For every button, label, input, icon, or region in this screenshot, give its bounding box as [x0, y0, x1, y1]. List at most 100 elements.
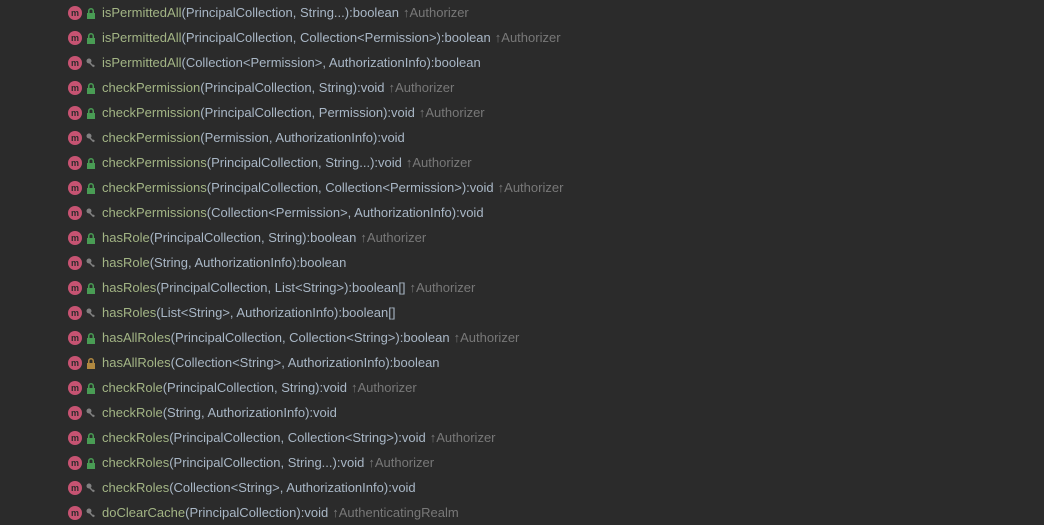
green-lock-icon	[84, 182, 98, 194]
method-row[interactable]: mcheckRole(PrincipalCollection, String):…	[0, 375, 1044, 400]
method-params: PrincipalCollection, Collection<String>	[174, 430, 394, 445]
green-lock-icon	[84, 382, 98, 394]
method-name: isPermittedAll	[102, 55, 181, 70]
override-indicator: ↑Authorizer	[410, 280, 476, 295]
method-icon: m	[68, 381, 82, 395]
method-row[interactable]: mcheckPermission(PrincipalCollection, St…	[0, 75, 1044, 100]
green-lock-icon	[84, 332, 98, 344]
method-icon: m	[68, 81, 82, 95]
method-row[interactable]: mcheckRole(String, AuthorizationInfo): v…	[0, 400, 1044, 425]
method-icon: m	[68, 406, 82, 420]
method-return-type: void	[460, 205, 484, 220]
method-return-type: boolean	[434, 55, 480, 70]
paren-close: ):	[370, 155, 378, 170]
key-icon	[84, 57, 98, 69]
method-params: List<String>, AuthorizationInfo	[161, 305, 334, 320]
override-source: Authorizer	[436, 430, 495, 445]
key-icon	[84, 207, 98, 219]
method-name: checkPermissions	[102, 180, 207, 195]
method-row[interactable]: mhasAllRoles(Collection<String>, Authori…	[0, 350, 1044, 375]
override-indicator: ↑Authorizer	[498, 180, 564, 195]
method-row[interactable]: mcheckPermissions(PrincipalCollection, S…	[0, 150, 1044, 175]
method-return-type: boolean	[393, 355, 439, 370]
green-lock-icon	[84, 432, 98, 444]
method-return-type: boolean[]	[342, 305, 396, 320]
method-params: PrincipalCollection, String	[205, 80, 353, 95]
method-return-type: void	[402, 430, 426, 445]
method-return-type: void	[361, 80, 385, 95]
method-return-type: void	[323, 380, 347, 395]
paren-close: ):	[302, 230, 310, 245]
paren-close: ):	[333, 455, 341, 470]
method-row[interactable]: misPermittedAll(PrincipalCollection, Str…	[0, 0, 1044, 25]
method-params: String, AuthorizationInfo	[154, 255, 292, 270]
paren-close: ):	[305, 405, 313, 420]
method-return-type: void	[392, 480, 416, 495]
method-params: PrincipalCollection, Collection<String>	[175, 330, 395, 345]
method-icon: m	[68, 231, 82, 245]
paren-close: ):	[426, 55, 434, 70]
green-lock-icon	[84, 82, 98, 94]
method-params: Collection<String>, AuthorizationInfo	[174, 480, 384, 495]
method-row[interactable]: mcheckPermissions(PrincipalCollection, C…	[0, 175, 1044, 200]
method-icon: m	[68, 506, 82, 520]
method-params: String, AuthorizationInfo	[167, 405, 305, 420]
method-row[interactable]: misPermittedAll(PrincipalCollection, Col…	[0, 25, 1044, 50]
method-row[interactable]: mcheckPermission(Permission, Authorizati…	[0, 125, 1044, 150]
method-icon: m	[68, 281, 82, 295]
method-icon: m	[68, 481, 82, 495]
method-row[interactable]: mhasRole(String, AuthorizationInfo): boo…	[0, 250, 1044, 275]
method-params: PrincipalCollection, String...	[186, 5, 345, 20]
override-indicator: ↑Authorizer	[368, 455, 434, 470]
override-indicator: ↑Authorizer	[403, 5, 469, 20]
green-lock-icon	[84, 232, 98, 244]
method-name: hasAllRoles	[102, 355, 171, 370]
paren-close: ):	[292, 255, 300, 270]
override-indicator: ↑Authorizer	[360, 230, 426, 245]
paren-close: ):	[462, 180, 470, 195]
method-name: isPermittedAll	[102, 5, 181, 20]
method-row[interactable]: mcheckRoles(Collection<String>, Authoriz…	[0, 475, 1044, 500]
method-icon: m	[68, 256, 82, 270]
method-row[interactable]: mcheckRoles(PrincipalCollection, Collect…	[0, 425, 1044, 450]
paren-close: ):	[373, 130, 381, 145]
method-return-type: void	[304, 505, 328, 520]
override-source: Authorizer	[412, 155, 471, 170]
method-icon: m	[68, 106, 82, 120]
method-params: PrincipalCollection, Collection<Permissi…	[186, 30, 437, 45]
method-icon: m	[68, 306, 82, 320]
method-params: PrincipalCollection	[189, 505, 296, 520]
override-source: Authorizer	[425, 105, 484, 120]
green-lock-icon	[84, 457, 98, 469]
override-source: Authorizer	[357, 380, 416, 395]
method-row[interactable]: mhasAllRoles(PrincipalCollection, Collec…	[0, 325, 1044, 350]
orange-lock-icon	[84, 357, 98, 369]
override-source: Authorizer	[504, 180, 563, 195]
method-row[interactable]: mhasRole(PrincipalCollection, String): b…	[0, 225, 1044, 250]
method-name: checkPermissions	[102, 155, 207, 170]
paren-close: ):	[353, 80, 361, 95]
method-name: hasRole	[102, 255, 150, 270]
method-icon: m	[68, 31, 82, 45]
method-name: checkRole	[102, 380, 163, 395]
key-icon	[84, 307, 98, 319]
method-icon: m	[68, 431, 82, 445]
method-row[interactable]: misPermittedAll(Collection<Permission>, …	[0, 50, 1044, 75]
method-icon: m	[68, 131, 82, 145]
method-return-type: void	[378, 155, 402, 170]
method-params: Collection<String>, AuthorizationInfo	[175, 355, 385, 370]
method-row[interactable]: mdoClearCache(PrincipalCollection): void…	[0, 500, 1044, 525]
override-indicator: ↑AuthenticatingRealm	[332, 505, 458, 520]
method-row[interactable]: mhasRoles(PrincipalCollection, List<Stri…	[0, 275, 1044, 300]
method-row[interactable]: mcheckRoles(PrincipalCollection, String.…	[0, 450, 1044, 475]
method-params: PrincipalCollection, List<String>	[161, 280, 345, 295]
method-row[interactable]: mhasRoles(List<String>, AuthorizationInf…	[0, 300, 1044, 325]
method-row[interactable]: mcheckPermissions(Collection<Permission>…	[0, 200, 1044, 225]
override-indicator: ↑Authorizer	[351, 380, 417, 395]
override-source: Authorizer	[367, 230, 426, 245]
override-source: AuthenticatingRealm	[339, 505, 459, 520]
paren-close: ):	[452, 205, 460, 220]
method-params: Collection<Permission>, AuthorizationInf…	[186, 55, 427, 70]
method-row[interactable]: mcheckPermission(PrincipalCollection, Pe…	[0, 100, 1044, 125]
override-indicator: ↑Authorizer	[454, 330, 520, 345]
